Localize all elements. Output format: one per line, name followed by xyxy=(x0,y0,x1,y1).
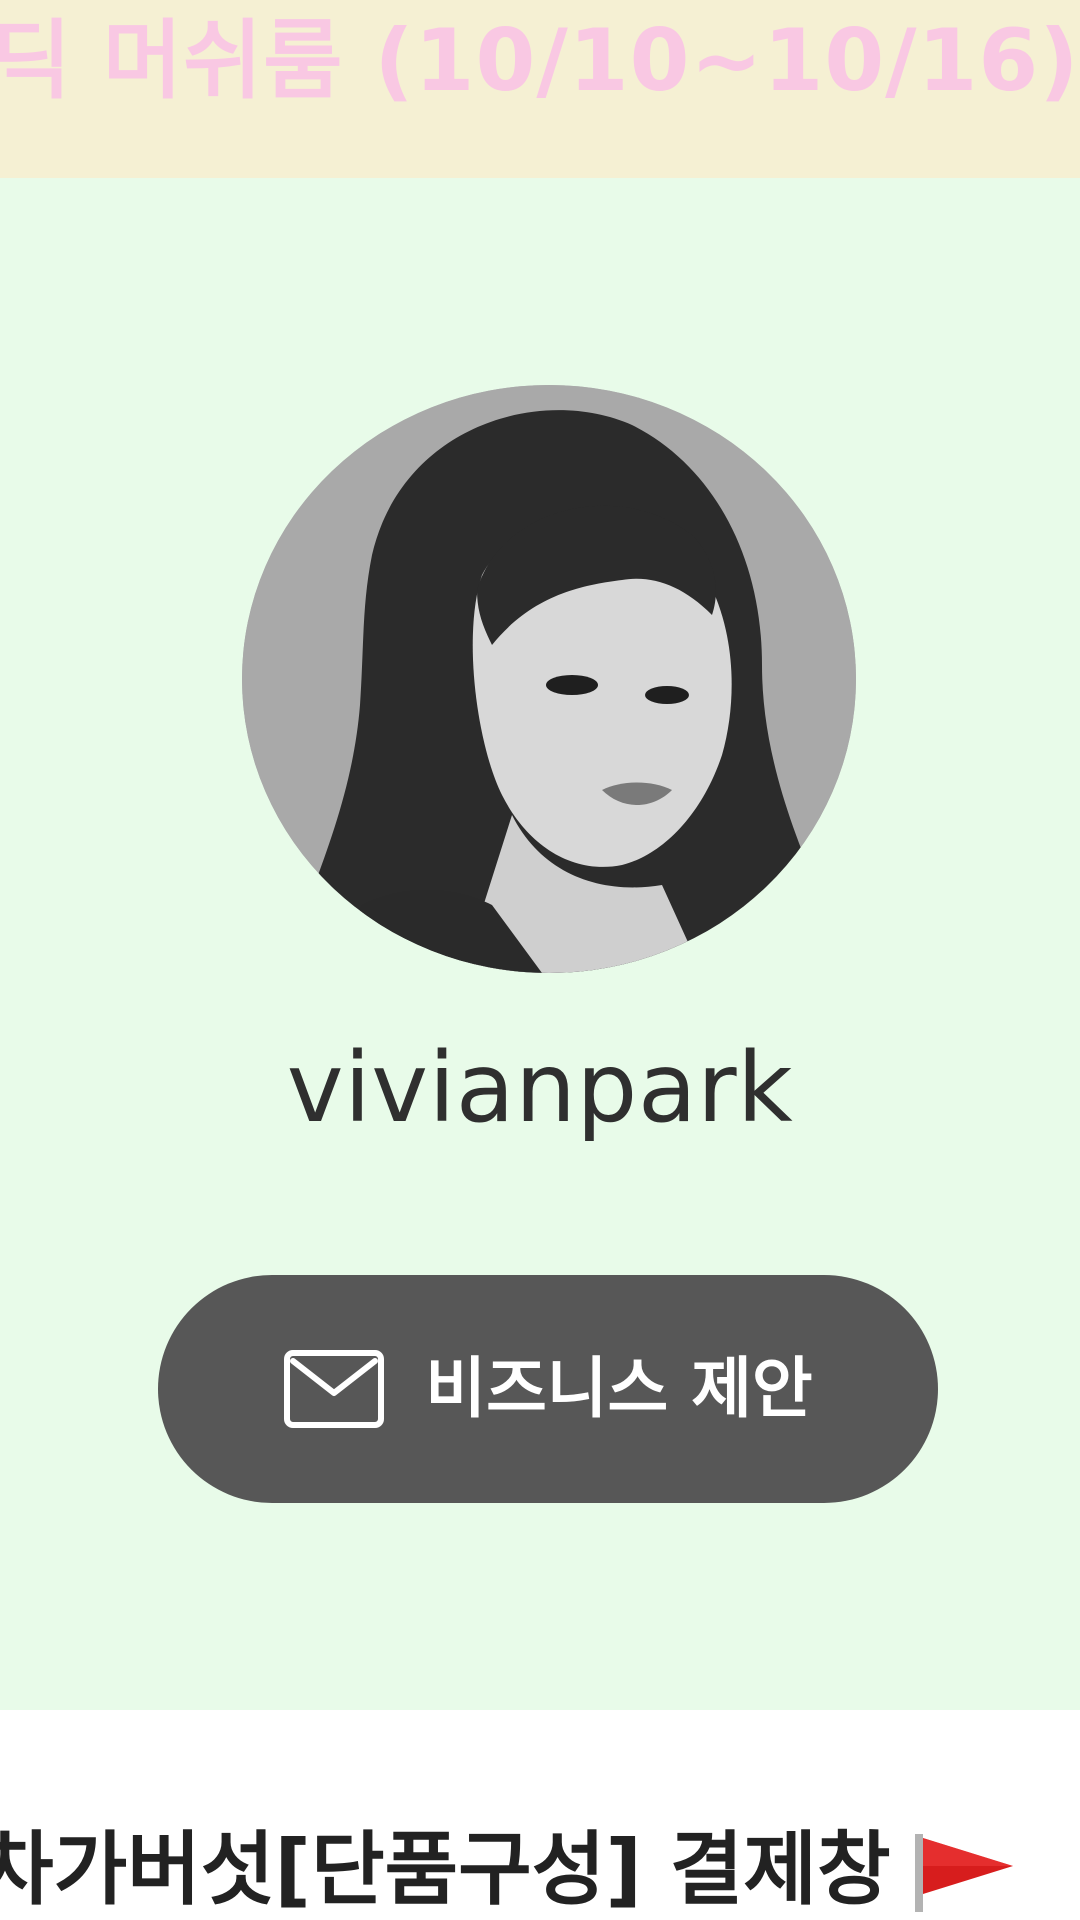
business-proposal-label: 비즈니스 제안 xyxy=(425,1350,813,1427)
business-proposal-button[interactable]: 비즈니스 제안 xyxy=(158,1275,938,1503)
avatar-portrait-image xyxy=(242,385,856,973)
profile-username: vivianpark xyxy=(286,1032,794,1144)
product-link-text: 차가버섯[단품구성] 결제창 xyxy=(0,1823,891,1916)
mail-icon xyxy=(283,1349,385,1429)
bottom-link-area: 차가버섯[단품구성] 결제창 xyxy=(0,1710,1080,1920)
top-banner[interactable]: 딕 머쉬룸 (10/10~10/16) * xyxy=(0,0,1080,178)
banner-ticker-text[interactable]: 딕 머쉬룸 (10/10~10/16) * xyxy=(0,6,1080,116)
product-link[interactable]: 차가버섯[단품구성] 결제창 xyxy=(0,1820,1019,1920)
avatar xyxy=(242,385,856,973)
page: 딕 머쉬룸 (10/10~10/16) * vivianpark 비즈니스 제안… xyxy=(0,0,1080,1920)
red-flag-icon xyxy=(909,1828,1019,1912)
profile-section: vivianpark 비즈니스 제안 xyxy=(0,178,1080,1710)
